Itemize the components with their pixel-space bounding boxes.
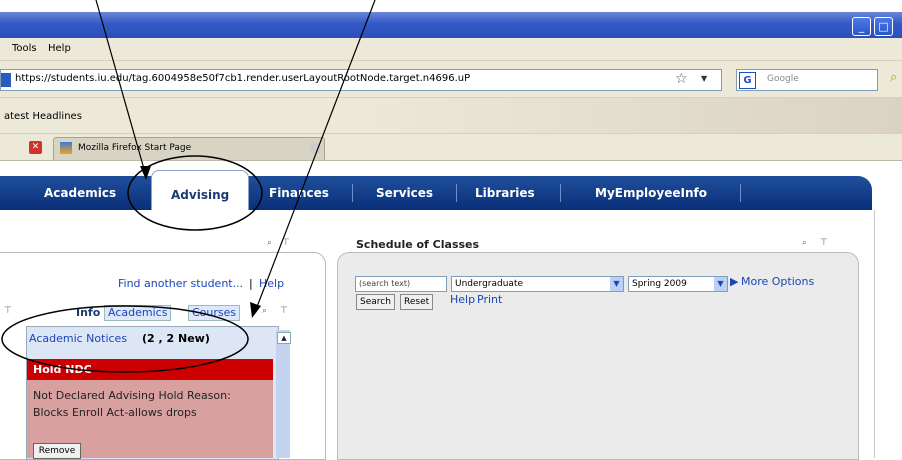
term-select-value: Spring 2009 [632,279,687,289]
minimize-button[interactable]: _ [852,17,871,36]
nav-tab-finances[interactable]: Finances [269,186,329,200]
schedule-print-link[interactable]: Print [477,293,502,306]
chevron-down-icon[interactable]: ▼ [714,277,727,291]
career-select-value: Undergraduate [455,279,524,289]
scroll-up-icon[interactable]: ▲ [277,332,291,344]
focus-icon[interactable]: ⌕ [267,238,272,248]
help-link[interactable]: Help [259,277,284,290]
address-bar[interactable]: https://students.iu.edu/tag.6004958e50f7… [0,69,722,91]
remove-button[interactable]: Remove [33,443,81,459]
portal-nav-bar: Academics Finances Services Libraries My… [0,176,872,210]
career-select[interactable]: Undergraduate ▼ [451,276,624,292]
hold-title: Hold NDC [33,363,92,376]
search-placeholder: Google [767,74,799,84]
nav-separator [352,184,353,202]
reset-button[interactable]: Reset [400,294,434,310]
schedule-search-input[interactable]: (search text) [355,276,447,292]
menu-help[interactable]: Help [48,43,71,54]
navigation-toolbar: https://students.iu.edu/tag.6004958e50f7… [0,61,902,98]
nav-separator [740,184,741,202]
site-favicon-icon [1,73,11,87]
maximize-panel-icon[interactable]: ⊤ [282,238,290,248]
nav-tab-advising[interactable]: Advising [151,170,249,212]
subtab-academics[interactable]: Academics [104,305,172,321]
subtab-courses[interactable]: Courses [188,305,241,321]
maximize-button[interactable]: □ [874,17,893,36]
hold-header: Hold NDC [27,359,273,380]
academic-notices-link[interactable]: Academic Notices [29,332,127,345]
browser-tab-label: Mozilla Firefox Start Page [78,143,192,153]
term-select[interactable]: Spring 2009 ▼ [628,276,728,292]
close-tab-icon[interactable]: ✕ [29,141,42,154]
window-titlebar: _ □ [0,12,902,38]
link-separator: | [249,277,253,290]
nav-separator [456,184,457,202]
google-icon[interactable]: G [739,72,756,89]
chevron-down-icon[interactable]: ▼ [610,277,623,291]
menu-tools[interactable]: Tools [12,43,37,54]
more-options-link[interactable]: More Options [741,275,814,288]
menu-bar: Tools Help [0,38,902,61]
tab-scroll-icon[interactable] [310,143,320,153]
address-url: https://students.iu.edu/tag.6004958e50f7… [15,73,471,84]
maximize-panel-icon[interactable]: ⊤ [820,238,828,248]
bookmark-star-icon[interactable]: ☆ [675,71,688,87]
notices-scrollbar[interactable]: ▲ [276,330,291,458]
notices-count: (2 , 2 New) [142,332,210,345]
bookmarks-toolbar: atest Headlines [0,98,902,134]
nav-tab-services[interactable]: Services [376,186,433,200]
hold-description: Not Declared Advising Hold Reason: Block… [33,389,231,419]
nav-separator [560,184,561,202]
nav-tab-academics[interactable]: Academics [44,186,116,200]
focus-icon[interactable]: ⌕ [262,306,267,316]
schedule-help-link[interactable]: Help [450,293,475,306]
bookmark-latest-headlines[interactable]: atest Headlines [4,111,82,122]
browser-tab[interactable]: Mozilla Firefox Start Page [53,137,325,160]
maximize-panel-icon[interactable]: ⊤ [280,306,288,316]
focus-icon[interactable]: ⌕ [802,238,807,248]
search-box[interactable]: G Google [736,69,878,91]
search-button[interactable]: Search [356,294,395,310]
subtab-info[interactable]: Info [72,305,104,321]
more-options-arrow-icon[interactable]: ▶ [730,275,738,288]
schedule-title: Schedule of Classes [356,238,480,251]
nav-tab-libraries[interactable]: Libraries [475,186,535,200]
search-go-icon[interactable]: ⌕ [890,70,897,85]
history-dropdown-icon[interactable]: ▼ [701,74,707,83]
find-another-student-link[interactable]: Find another student... [118,277,243,290]
top-margin [0,0,902,12]
nav-tab-myemployeeinfo[interactable]: MyEmployeeInfo [595,186,707,200]
firefox-icon [60,142,72,154]
panel-maximize-icon[interactable]: ⊤ [4,306,12,316]
nav-tab-advising-label: Advising [171,188,230,202]
